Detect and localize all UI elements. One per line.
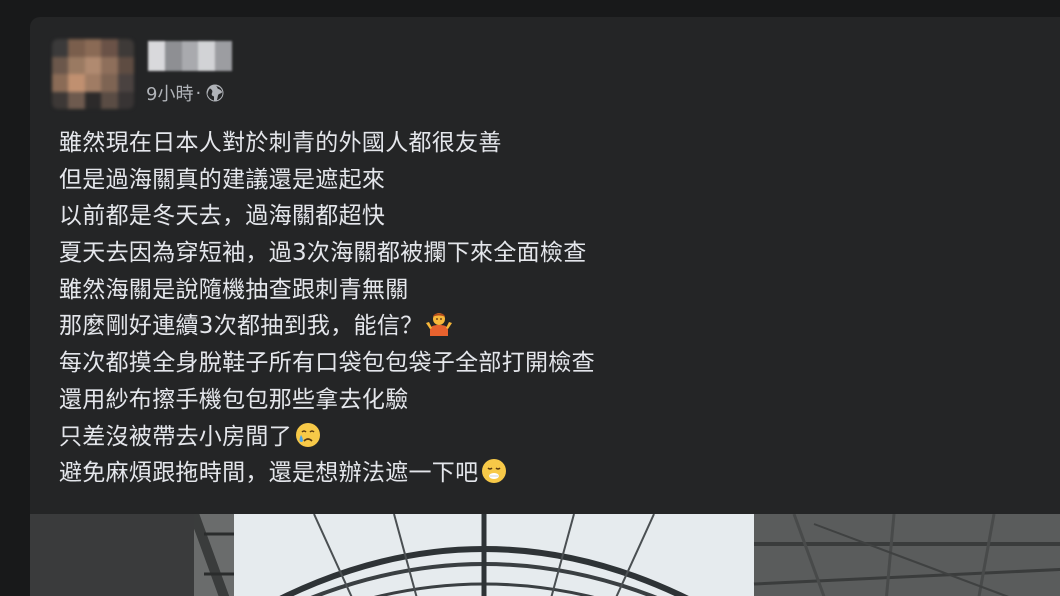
post-line-7: 每次都摸全身脫鞋子所有口袋包包袋子全部打開檢查 — [59, 350, 595, 377]
steel-arch-roof-photo — [194, 514, 1060, 596]
meta-separator: · — [195, 82, 202, 104]
post-line-6: 那麼剛好連續3次都抽到我，能信？ — [59, 308, 839, 345]
post-meta: 9小時 · — [146, 80, 225, 106]
post-photo-frame — [30, 514, 1060, 596]
crying-face-emoji — [296, 422, 320, 447]
face-exhaling-emoji — [482, 459, 507, 484]
post-card: 9小時 · 雖然現在日本人對於刺青的外國人都很友善 但是過海關真的建議還是遮起來… — [30, 17, 1060, 596]
author-name-blur — [148, 41, 232, 71]
post-line-1: 雖然現在日本人對於刺青的外國人都很友善 — [59, 130, 502, 156]
post-line-3: 以前都是冬天去，過海關都超快 — [59, 203, 386, 230]
post-line-4: 夏天去因為穿短袖，過3次海關都被攔下來全面檢查 — [59, 240, 587, 267]
post-line-8: 還用紗布擦手機包包那些拿去化驗 — [59, 386, 409, 413]
post-line-9: 只差沒被帶去小房間了 — [59, 419, 839, 456]
post-timestamp[interactable]: 9小時 — [146, 80, 193, 106]
person-shrugging-emoji — [426, 313, 453, 337]
post-line-5: 雖然海關是說隨機抽查跟刺青無關 — [59, 276, 409, 303]
post-photo[interactable] — [194, 514, 1060, 596]
globe-icon[interactable] — [205, 83, 225, 103]
post-text: 雖然現在日本人對於刺青的外國人都很友善 但是過海關真的建議還是遮起來 以前都是冬… — [59, 125, 839, 492]
post-line-2: 但是過海關真的建議還是遮起來 — [59, 166, 386, 193]
avatar[interactable] — [52, 39, 134, 109]
post-line-10: 避免麻煩跟拖時間，還是想辦法遮一下吧 — [59, 455, 839, 492]
